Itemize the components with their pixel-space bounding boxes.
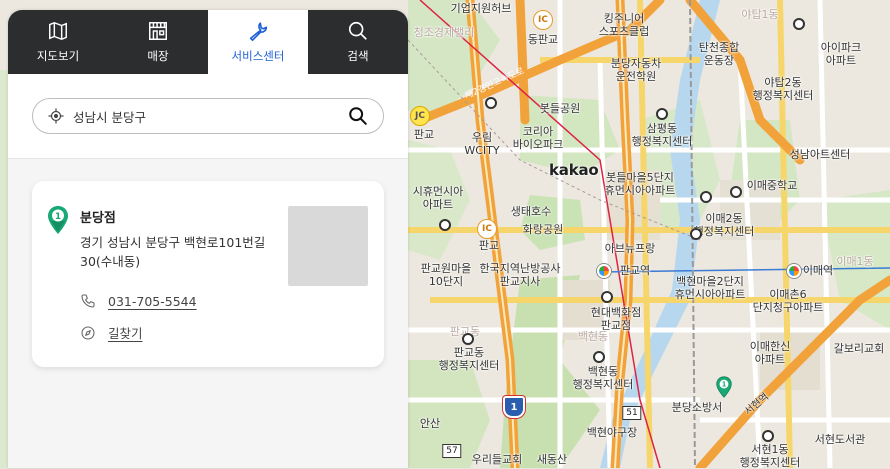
- map-label: 이매중학교: [746, 179, 798, 192]
- search-icon: [348, 21, 367, 40]
- map-label: 한국지역난방공사 판교지사: [479, 262, 561, 288]
- map-label: 삼평동 행정복지센터: [631, 122, 693, 148]
- tab-label: 매장: [147, 49, 169, 63]
- map-label: 야탑1동: [741, 8, 779, 21]
- map-label: 이매촌6 단지청구아파트: [752, 288, 824, 314]
- phone-link[interactable]: 031-705-5544: [108, 294, 197, 309]
- poi-marker[interactable]: [656, 108, 668, 120]
- poi-marker[interactable]: [730, 186, 742, 198]
- map-label: 봇들마을5단지 휴먼시아아파트: [604, 171, 676, 197]
- tab-bar: 지도보기 매장 서비스센터 검색: [8, 10, 408, 74]
- poi-marker[interactable]: [690, 228, 702, 240]
- map-label: 시휴먼시아 아파트: [412, 185, 464, 211]
- current-location-icon[interactable]: [47, 107, 65, 125]
- directions-row: 길찾기: [80, 323, 143, 342]
- search-button-icon[interactable]: [347, 105, 369, 127]
- map-label: 우림 WCITY: [464, 131, 500, 157]
- map-label: 이매1동: [836, 255, 874, 268]
- map-label: 분당소방서: [671, 401, 723, 414]
- map-label: 백현야구장: [586, 426, 638, 439]
- store-map-pin-icon[interactable]: 1: [715, 376, 733, 398]
- map-label: 판교: [478, 239, 500, 252]
- wrench-icon: [249, 22, 268, 41]
- map-label: 안산: [419, 417, 441, 430]
- map-label: 코리아 바이오파크: [512, 125, 564, 151]
- tab-service-center[interactable]: 서비스센터: [208, 10, 308, 74]
- map-label: 서현1동 행정복지센터: [739, 443, 801, 469]
- map-label: 백현동 행정복지센터: [572, 365, 634, 391]
- poi-marker[interactable]: [601, 291, 613, 303]
- map-label: 서현도서관: [814, 433, 866, 446]
- search-bar: [32, 98, 384, 134]
- store-card[interactable]: 1 분당점 경기 성남시 분당구 백현로101번길 30(수내동) 031-70…: [32, 181, 384, 367]
- side-panel: 지도보기 매장 서비스센터 검색 성남시 분당구 1 분당점 경기 성남시 분당…: [8, 10, 408, 468]
- store-pin-icon: 1: [48, 206, 68, 234]
- map-label: 야탑2동 행정복지센터: [752, 76, 814, 102]
- map-label: 이매한신 아파트: [749, 340, 791, 366]
- map-label: 이매2동 행정복지센터: [693, 212, 755, 238]
- highway-shield-icon: 1: [503, 396, 525, 418]
- store-pin-number: 1: [55, 212, 61, 222]
- map-label: 화랑공원: [522, 223, 564, 236]
- map-icon: [49, 21, 67, 41]
- tab-label: 지도보기: [36, 49, 80, 63]
- map-label: 동판교: [527, 33, 559, 46]
- poi-marker[interactable]: [593, 351, 605, 363]
- phone-row: 031-705-5544: [80, 293, 197, 309]
- tab-search[interactable]: 검색: [308, 10, 408, 74]
- map-label: 판교원마을 10단지: [420, 262, 472, 288]
- map-label: 판교역: [619, 264, 651, 277]
- tab-label: 서비스센터: [231, 49, 285, 63]
- map-label: 청조경제밸리: [413, 26, 475, 39]
- tab-label: 검색: [347, 49, 369, 63]
- poi-marker[interactable]: [762, 430, 774, 442]
- map-label: 백현동: [577, 330, 609, 343]
- compass-icon: [81, 325, 95, 340]
- poi-marker[interactable]: [700, 191, 712, 203]
- map-label: 킹주니어 스포츠클럽: [598, 12, 650, 38]
- store-address: 경기 성남시 분당구 백현로101번길 30(수내동): [80, 235, 266, 269]
- interchange-icon: IC: [533, 10, 553, 30]
- kakao-logo: kakao: [549, 161, 599, 179]
- store-thumbnail: [288, 206, 368, 286]
- subway-station-icon[interactable]: [597, 264, 611, 278]
- map-label: 우리들교회: [471, 453, 523, 466]
- interchange-icon: IC: [477, 219, 497, 239]
- poi-marker[interactable]: [462, 333, 474, 345]
- directions-link[interactable]: 길찾기: [108, 323, 143, 342]
- map-label: 봇들공원: [539, 102, 581, 115]
- route-number: 57: [442, 444, 462, 458]
- store-name: 분당점: [80, 211, 116, 226]
- poi-marker[interactable]: [439, 219, 451, 231]
- map-label: 성남아트센터: [789, 148, 851, 161]
- tab-store[interactable]: 매장: [108, 10, 208, 74]
- search-input[interactable]: [71, 107, 347, 125]
- phone-icon: [81, 294, 95, 308]
- map-label: 이매역: [802, 264, 834, 277]
- map-label: 새동산: [536, 453, 568, 466]
- map-label: 아브뉴프랑: [604, 242, 656, 255]
- map-label: 판교: [413, 128, 435, 141]
- subway-station-icon[interactable]: [787, 264, 801, 278]
- poi-marker[interactable]: [485, 97, 497, 109]
- map-label: 생태호수: [510, 205, 552, 218]
- map-label: 아이파크 아파트: [820, 41, 862, 67]
- map-label: 갈보리교회: [833, 342, 885, 355]
- map-label: 탄천종합 운동장: [698, 41, 740, 67]
- map-label: 기업지원허브: [450, 2, 512, 15]
- map-label: 판교동 행정복지센터: [438, 346, 500, 372]
- route-number: 51: [622, 406, 642, 420]
- junction-icon: JC: [410, 106, 430, 126]
- map-label: 현대백화점 판교점: [590, 306, 642, 332]
- tab-map-view[interactable]: 지도보기: [8, 10, 108, 74]
- map-label: 분당자동차 운전학원: [610, 57, 662, 83]
- map-label: 백현마을2단지 휴먼시아아파트: [674, 275, 746, 301]
- map-pin-number: 1: [722, 381, 727, 389]
- store-icon: [149, 22, 167, 40]
- poi-marker[interactable]: [793, 18, 805, 30]
